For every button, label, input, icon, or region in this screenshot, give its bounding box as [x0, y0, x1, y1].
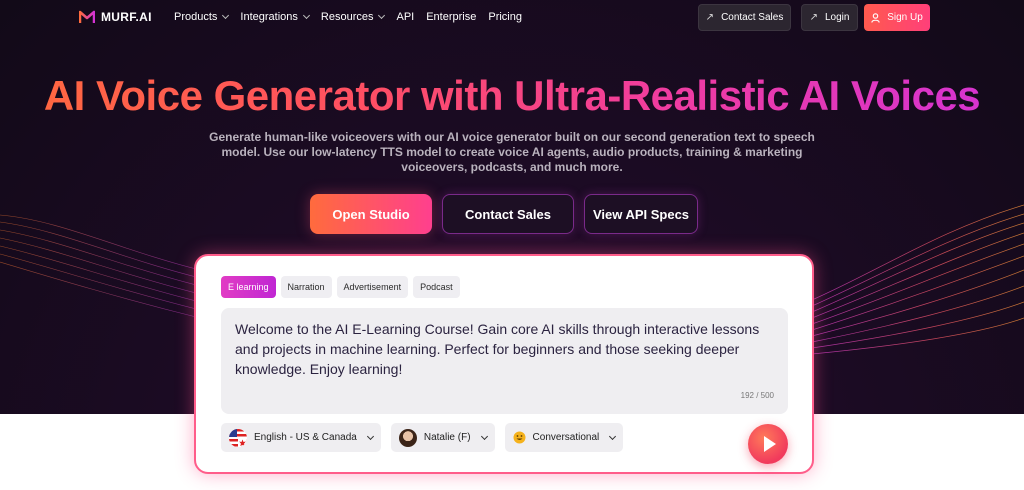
nav-signup-label: Sign Up [887, 12, 923, 23]
chevron-down-icon [222, 11, 230, 20]
voice-value: Natalie (F) [423, 432, 471, 443]
chevron-down-icon [480, 432, 488, 440]
voice-avatar [398, 428, 417, 447]
style-value: Conversational [532, 432, 600, 443]
chevron-down-icon [366, 432, 374, 440]
nav-links: Products Integrations Resources API Ente… [174, 11, 534, 23]
tab-e-learning[interactable]: E learning [221, 276, 276, 298]
play-button[interactable] [748, 424, 788, 464]
nav-enterprise[interactable]: Enterprise [426, 11, 476, 23]
style-select[interactable]: Conversational [504, 423, 624, 452]
nav-contact-sales-label: Contact Sales [721, 12, 784, 23]
brand-name: MURF.AI [101, 10, 152, 24]
nav-products[interactable]: Products [174, 11, 230, 23]
tab-podcast[interactable]: Podcast [413, 276, 460, 298]
nav-resources[interactable]: Resources [320, 11, 386, 23]
language-value: English - US & Canada [254, 432, 357, 443]
murf-logo-icon [79, 10, 95, 23]
tab-narration[interactable]: Narration [280, 276, 332, 298]
chevron-down-icon [302, 11, 310, 20]
arrow-up-right-icon: ↗ [809, 12, 818, 23]
smiley-emoji-icon [513, 431, 526, 444]
brand-logo[interactable]: MURF.AI [79, 10, 152, 24]
nav-login-button[interactable]: ↗ Login [801, 4, 858, 31]
voice-select[interactable]: Natalie (F) [390, 423, 495, 452]
nav-integrations[interactable]: Integrations [240, 11, 310, 23]
arrow-up-right-icon: ↗ [705, 12, 715, 23]
hero-title: AI Voice Generator with Ultra-Realistic … [0, 72, 1024, 120]
chevron-down-icon [609, 432, 617, 440]
view-api-specs-button[interactable]: View API Specs [584, 194, 698, 234]
play-icon [763, 436, 776, 452]
tab-advertisement[interactable]: Advertisement [336, 276, 409, 298]
hero-subtitle: Generate human-like voiceovers with our … [209, 130, 815, 174]
nav-api[interactable]: API [396, 11, 414, 23]
nav-login-label: Login [824, 12, 850, 23]
open-studio-button[interactable]: Open Studio [310, 194, 432, 234]
script-text: Welcome to the AI E-Learning Course! Gai… [235, 321, 760, 377]
top-navigation: MURF.AI Products Integrations Resources … [0, 0, 1024, 36]
use-case-tabs: E learning Narration Advertisement Podca… [221, 276, 460, 298]
nav-signup-button[interactable]: Sign Up [864, 4, 930, 31]
contact-sales-button[interactable]: Contact Sales [442, 194, 574, 234]
language-select[interactable]: English - US & Canada [221, 423, 381, 452]
nav-integrations-label: Integrations [240, 11, 298, 23]
script-text-input[interactable]: Welcome to the AI E-Learning Course! Gai… [221, 308, 788, 414]
character-counter: 192 / 500 [740, 391, 774, 400]
nav-pricing[interactable]: Pricing [488, 11, 522, 23]
voice-settings: English - US & Canada Natalie (F) Conver… [221, 423, 624, 452]
nav-resources-label: Resources [320, 11, 374, 23]
chevron-down-icon [378, 11, 386, 20]
tts-demo-card: E learning Narration Advertisement Podca… [194, 254, 814, 474]
us-canada-flag-icon [229, 428, 247, 447]
user-icon [871, 12, 880, 23]
nav-products-label: Products [174, 11, 218, 23]
nav-contact-sales-button[interactable]: ↗ Contact Sales [698, 4, 791, 31]
